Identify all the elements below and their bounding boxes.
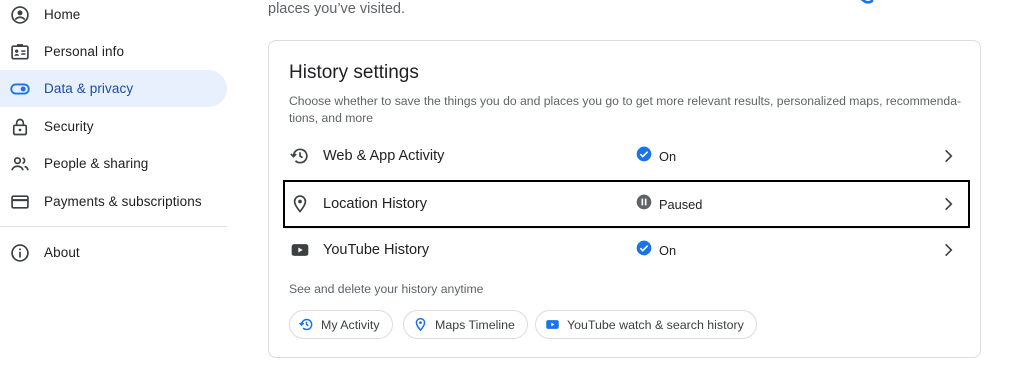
card-description: Choose whether to save the things you do… [289,94,962,125]
sidebar-item-label: Personal info [44,44,125,59]
row-label: YouTube History [323,242,430,258]
history-settings-card: History settings Choose whether to save … [268,40,981,358]
sidebar-item-personal-info[interactable]: Personal info [0,33,227,70]
web-app-activity-row[interactable]: Web & App Activity On [285,134,968,178]
row-status: Paused [636,194,702,215]
status-text: On [659,148,677,164]
people-icon [10,154,30,174]
credit-card-icon [10,192,30,212]
row-status: On [636,240,676,261]
sidebar-item-label: Data & privacy [44,81,134,96]
personal-info-icon [10,42,30,62]
status-text: On [659,242,677,258]
partial-illustration-icon [858,0,878,12]
row-divider [285,180,968,181]
row-label: Web & App Activity [323,148,445,164]
section-intro-text: places you’ve visited. [268,1,406,17]
maps-timeline-chip[interactable]: Maps Timeline [403,310,528,339]
sidebar-item-security[interactable]: Security [0,108,227,145]
youtube-icon [287,237,313,263]
chip-label: YouTube watch & search history [567,317,744,332]
sidebar-item-label: Home [44,7,81,22]
my-activity-chip[interactable]: My Activity [289,310,393,339]
sidebar-item-label: Payments & subscriptions [44,194,202,209]
sidebar-item-payments-subscriptions[interactable]: Payments & subscriptions [0,183,227,220]
home-icon [10,5,30,25]
row-status: On [636,146,676,167]
sidebar-item-label: People & sharing [44,156,149,171]
status-text: Paused [659,196,703,212]
location-pin-icon [412,317,428,333]
sidebar-item-data-privacy[interactable]: Data & privacy [0,70,227,107]
chevron-right-icon [940,242,956,263]
sidebar-item-about[interactable]: About [0,234,227,271]
location-history-row[interactable]: Location History Paused [283,180,970,228]
toggle-icon [10,79,30,99]
sidebar-divider [0,226,227,227]
sidebar-item-people-sharing[interactable]: People & sharing [0,145,227,182]
pause-circle-icon [636,194,652,215]
sidebar-item-label: About [44,245,80,260]
chevron-right-icon [940,196,956,217]
card-title: History settings [289,62,419,83]
youtube-icon [544,317,560,333]
location-pin-icon [287,191,313,217]
history-icon [287,143,313,169]
check-circle-icon [636,146,652,167]
sidebar-item-home[interactable]: Home [0,0,227,33]
chip-label: My Activity [321,317,380,332]
info-icon [10,243,30,263]
lock-icon [10,117,30,137]
youtube-watch-search-chip[interactable]: YouTube watch & search history [535,310,757,339]
sidebar-nav: Home Personal info Data & privacy Securi… [0,0,228,374]
sidebar-item-label: Security [44,119,94,134]
chevron-right-icon [940,148,956,169]
youtube-history-row[interactable]: YouTube History On [285,228,968,272]
history-icon [298,317,314,333]
see-history-text: See and delete your history anytime [289,282,484,296]
chip-label: Maps Timeline [435,317,515,332]
row-label: Location History [323,196,427,212]
check-circle-icon [636,240,652,261]
